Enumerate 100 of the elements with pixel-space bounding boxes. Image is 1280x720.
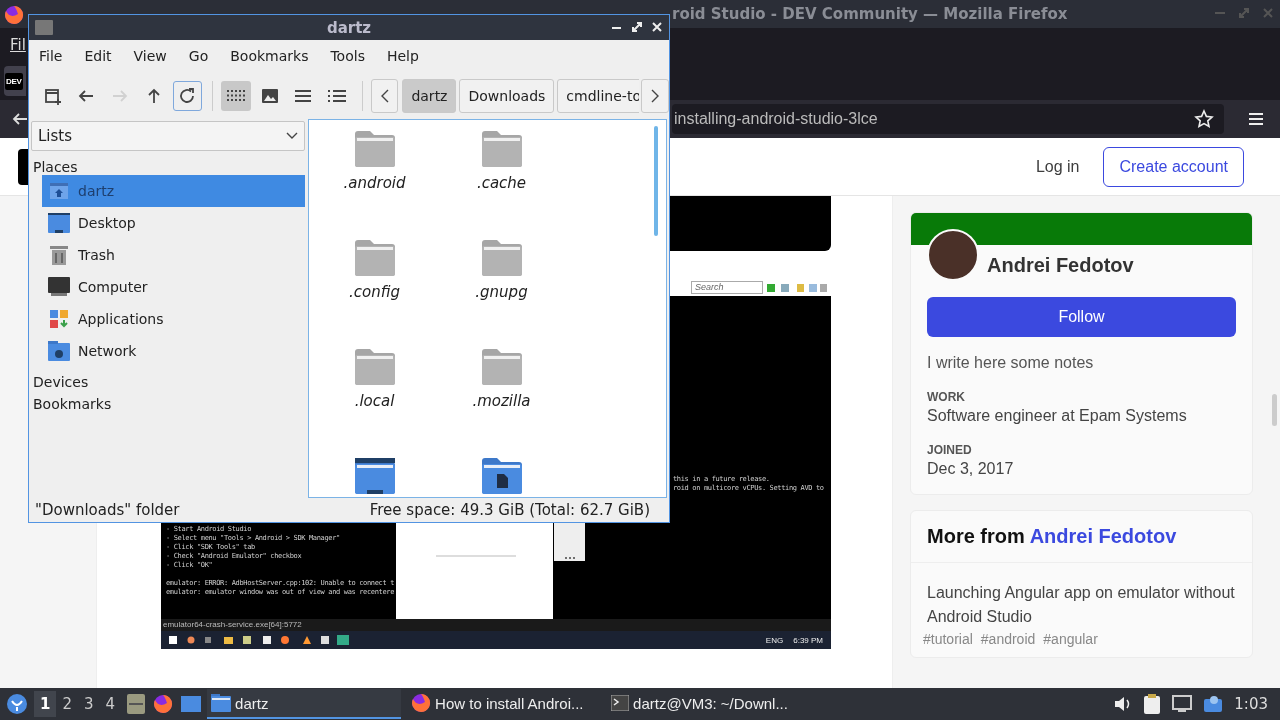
image-icon (261, 88, 278, 103)
status-text: "Downloads" folder (35, 501, 180, 519)
side-pane-dropdown[interactable]: Lists (31, 121, 305, 151)
sidebar-item[interactable]: Network (42, 335, 305, 367)
field-label: JOINED (927, 443, 973, 457)
menu-item[interactable]: Bookmarks (229, 44, 320, 68)
login-link[interactable]: Log in (1035, 149, 1080, 184)
section-heading[interactable]: Places (31, 151, 305, 175)
taskbar-button[interactable]: dartz (207, 689, 402, 719)
scrollbar-thumb[interactable] (1272, 394, 1277, 426)
desktop-icon[interactable] (181, 696, 202, 712)
logo-block[interactable] (18, 148, 28, 185)
forward-icon (112, 88, 129, 103)
folder-icon (211, 694, 232, 712)
workspace-button[interactable]: 2 (56, 691, 78, 717)
browser-icon (153, 694, 174, 714)
workspace-button[interactable]: 1 (34, 691, 57, 717)
menu-item[interactable]: Tools (329, 44, 376, 68)
window-title: dartz (326, 18, 372, 37)
menu-item[interactable]: View (132, 44, 178, 68)
browser-tab[interactable]: DEV (4, 66, 26, 96)
folder-icon (353, 128, 396, 168)
section-heading: More from Andrei Fedotov (911, 511, 1252, 563)
back-icon[interactable] (12, 112, 28, 126)
taskbar-button[interactable]: dartz@VM3: ~/Downl... (607, 689, 802, 719)
file-name[interactable]: .android (343, 174, 406, 192)
reload-button[interactable] (172, 80, 203, 111)
profile-bio: I write here some notes (927, 354, 1095, 372)
scrollbar-thumb[interactable] (654, 126, 658, 236)
icon-view-button[interactable] (221, 80, 251, 111)
terminal-icon (611, 695, 630, 711)
tray-text: ENG (765, 635, 784, 645)
field-value: Software engineer at Epam Systems (927, 407, 1188, 425)
author-link[interactable]: Andrei Fedotov (1029, 525, 1177, 547)
browser-icon (411, 693, 432, 713)
clock: 1:03 (1234, 695, 1268, 713)
file-name[interactable]: .local (354, 392, 395, 410)
taskbar-button[interactable]: How to install Androi... (407, 689, 602, 719)
chevron-down-icon (286, 132, 298, 140)
profile-name[interactable]: Andrei Fedotov (987, 254, 1134, 281)
file-name[interactable]: .cache (476, 174, 527, 192)
workspace-button[interactable]: 4 (99, 691, 122, 717)
create-account-button[interactable]: Create account (1103, 146, 1244, 187)
new-tab-icon (43, 86, 62, 105)
monitor-icon (48, 277, 70, 297)
grid-icon (227, 89, 245, 102)
section-heading[interactable]: Devices (31, 367, 305, 390)
menu-icon[interactable] (1248, 112, 1264, 126)
menu-item[interactable]: Go (187, 44, 220, 68)
notification-icon[interactable] (1204, 695, 1223, 713)
trash-icon (50, 245, 68, 265)
documents-folder-icon (480, 455, 523, 495)
folder-icon (35, 19, 53, 35)
details-list-icon (327, 89, 346, 102)
folder-icon (480, 237, 523, 277)
reload-icon (178, 86, 197, 105)
folder-icon (480, 128, 523, 168)
desktop-folder-icon (353, 455, 396, 495)
menu-item[interactable]: File (38, 44, 74, 68)
network-folder-icon (48, 341, 70, 361)
up-icon (146, 87, 161, 104)
menu-item[interactable]: Edit (83, 44, 123, 68)
sidebar-item[interactable]: Desktop (42, 207, 305, 239)
desktop-icon (48, 213, 70, 233)
file-name[interactable]: .gnupg (475, 283, 528, 301)
chevron-left-icon (380, 88, 389, 103)
sidebar-item[interactable]: Trash (42, 239, 305, 271)
menu-item[interactable]: Fil (10, 36, 26, 54)
section-heading[interactable]: Bookmarks (31, 390, 305, 412)
start-menu-icon[interactable] (6, 693, 28, 715)
folder-icon (480, 346, 523, 386)
article-title[interactable]: Launching Angular app on emulator without Android Studio (927, 581, 1236, 629)
applications-icon (50, 310, 68, 328)
sidebar-item[interactable]: Computer (42, 271, 305, 303)
sidebar-item[interactable]: Applications (42, 303, 305, 335)
file-name[interactable]: .mozilla (472, 392, 531, 410)
workspace-button[interactable]: 3 (78, 691, 100, 717)
window-title: roid Studio - DEV Community — Mozilla Firefox (672, 5, 1068, 23)
star-icon[interactable] (1194, 109, 1214, 129)
address-bar[interactable]: installing-android-studio-3lce (672, 104, 1224, 134)
file-cabinet-icon[interactable] (127, 694, 146, 714)
free-space-text: Free space: 49.3 GiB (Total: 62.7 GiB) (369, 501, 650, 519)
toolbar-icons-drawing (767, 283, 827, 293)
file-name[interactable]: .config (349, 283, 400, 301)
folder-icon (353, 346, 396, 386)
clipboard-icon[interactable] (1144, 694, 1161, 714)
back-icon (78, 88, 95, 103)
network-icon[interactable] (1172, 695, 1193, 713)
path-button[interactable]: dartz (402, 78, 457, 113)
path-button[interactable]: cmdline-to (557, 78, 640, 113)
list-icon (295, 89, 312, 102)
path-button[interactable]: Downloads (459, 78, 555, 113)
home-icon (49, 182, 69, 200)
chevron-right-icon (651, 88, 660, 103)
field-value: Dec 3, 2017 (927, 460, 1015, 478)
follow-button[interactable]: Follow (927, 297, 1236, 337)
menu-item[interactable]: Help (385, 44, 430, 68)
folder-icon (353, 237, 396, 277)
tag-link[interactable]: #tutorial (923, 631, 973, 647)
field-label: WORK (927, 390, 966, 404)
